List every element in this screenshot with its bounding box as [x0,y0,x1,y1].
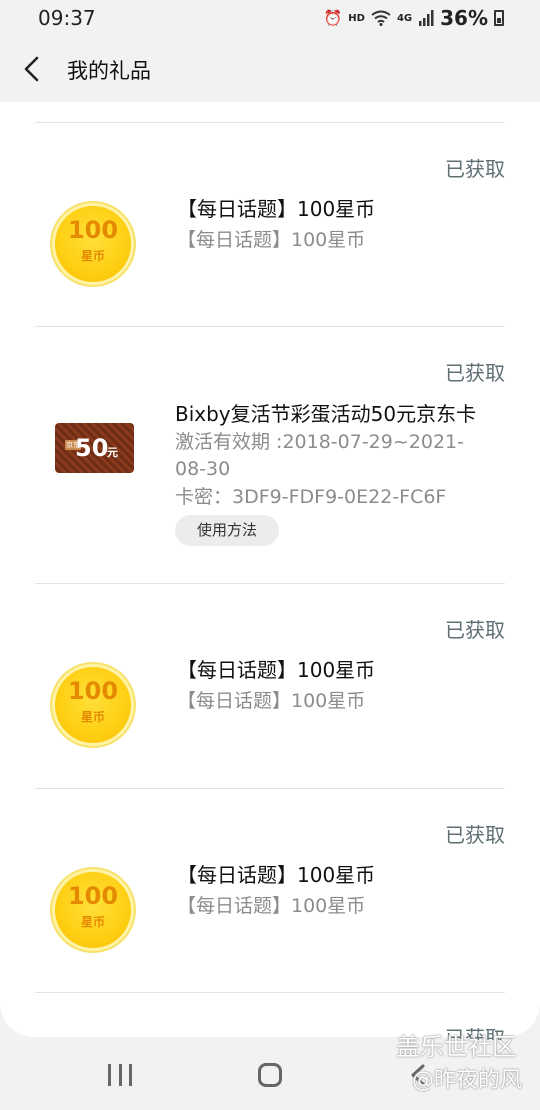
status-bar: 09:37 ⏰ HD 4G 36% [0,0,540,38]
watermark-author: @昨夜的风 [412,1068,523,1093]
coin-amount: 100 [67,216,119,244]
coin-unit: 星币 [80,710,105,724]
status-label: 已获取 [445,823,505,847]
home-icon[interactable] [258,1063,282,1087]
gift-item[interactable]: 已获取 100 星币 【每日话题】100星币 【每日话题】100星币 [0,789,540,992]
card-amount: 50 [75,434,109,462]
coin-icon: 100 星币 [55,667,131,743]
gift-title: 【每日话题】100星币 [177,863,376,887]
coin-unit: 星币 [80,915,105,929]
app-bar: 我的礼品 [0,38,540,102]
gift-title: 【每日话题】100星币 [177,197,376,221]
page-title: 我的礼品 [67,59,151,83]
signal-icon [419,10,434,26]
gift-subtitle: 【每日话题】100星币 [177,229,366,251]
status-icons: ⏰ HD 4G 36% [324,6,504,30]
battery-icon [494,10,504,26]
status-label: 已获取 [445,157,505,181]
card-code: 卡密：3DF9-FDF9-0E22-FC6F [175,486,447,508]
alarm-icon: ⏰ [323,9,343,27]
status-time: 09:37 [38,6,96,30]
gift-subtitle: 【每日话题】100星币 [177,690,366,712]
back-icon[interactable] [18,54,48,84]
how-to-use-button[interactable]: 使用方法 [175,515,279,546]
gift-title: Bixby复活节彩蛋活动50元京东卡 [175,402,477,426]
coin-unit: 星币 [80,249,105,263]
hd-icon: HD [348,12,365,24]
status-label: 已获取 [445,361,505,385]
validity-text: 激活有效期 :2018-07-29~2021-08-30 [175,431,464,480]
gift-list[interactable]: 已获取 100 星币 【每日话题】100星币 【每日话题】100星币 已获取 京… [0,102,540,1037]
network-type: 4G [396,12,413,24]
coin-amount: 100 [67,677,119,705]
gift-item[interactable]: 已获取 100 星币 【每日话题】100星币 【每日话题】100星币 [0,584,540,787]
gift-item[interactable]: 已获取 京东 50 元 Bixby复活节彩蛋活动50元京东卡 激活有效期 :20… [0,327,540,583]
gift-item[interactable]: 已获取 100 星币 【每日话题】100星币 【每日话题】100星币 [0,123,540,326]
recent-apps-icon[interactable] [108,1064,132,1086]
gift-subtitle: 【每日话题】100星币 [177,895,366,917]
gift-title: 【每日话题】100星币 [177,658,376,682]
divider [35,992,505,993]
jd-card-icon: 京东 50 元 [55,423,134,473]
coin-icon: 100 星币 [55,206,131,282]
coin-amount: 100 [67,882,119,910]
wifi-icon [371,10,391,26]
watermark-community: 盖乐世社区 [396,1033,516,1061]
coin-icon: 100 星币 [55,872,131,948]
card-unit: 元 [107,446,118,459]
status-label: 已获取 [445,618,505,642]
battery-percent: 36% [440,6,488,30]
